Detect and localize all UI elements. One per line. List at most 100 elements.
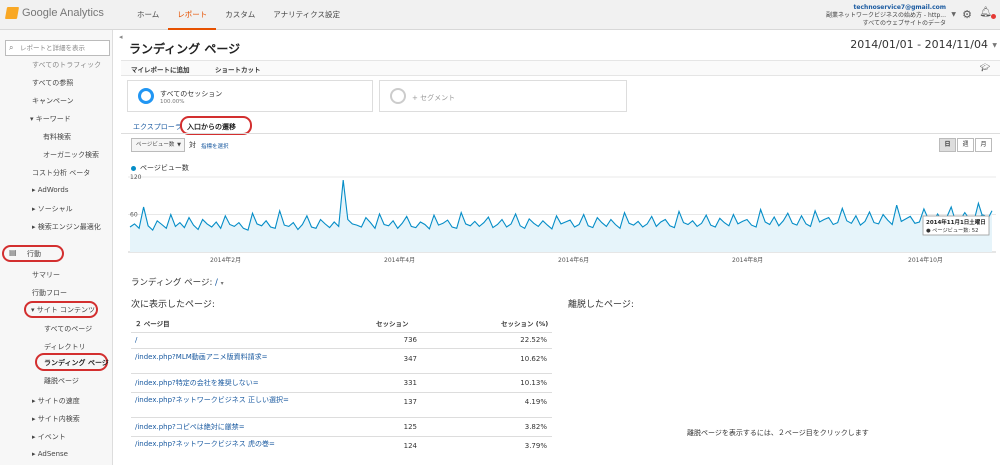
table-row-sessions-pct: 3.82%: [524, 423, 547, 431]
landing-page-label: ランディング ページ: / ▾: [131, 276, 224, 288]
sidebar-item-site-search[interactable]: ▸ サイト内検索: [32, 414, 80, 424]
next-pages-title: 次に表示したページ:: [131, 300, 215, 310]
sidebar-section-behavior[interactable]: 行動: [27, 249, 41, 259]
table-row-sessions-pct: 10.13%: [520, 379, 547, 387]
granularity-day-button[interactable]: 日: [939, 138, 956, 152]
report-search-input[interactable]: ⌕ レポートと詳細を表示: [5, 40, 110, 56]
col-header-sessions-pct[interactable]: セッション (%): [501, 316, 548, 332]
nav-home[interactable]: ホーム: [128, 0, 168, 30]
landing-label-text: ランディング ページ:: [131, 278, 216, 288]
sidebar-item-all-referrals[interactable]: すべての参照: [32, 78, 73, 88]
sidebar-item-exit-pages[interactable]: 離脱ページ: [44, 376, 79, 386]
segment-all-sessions[interactable]: すべてのセッション 100.00%: [127, 80, 373, 112]
sidebar-item-overview[interactable]: サマリー: [32, 270, 60, 280]
search-icon: ⌕: [9, 43, 14, 52]
x-tick-label: 2014年8月: [732, 256, 763, 264]
sidebar-item-directories[interactable]: ディレクトリ: [44, 342, 86, 352]
table-row-sessions-pct: 22.52%: [520, 336, 547, 344]
exit-pages-note: 離脱ページを表示するには、２ページ目をクリックします: [687, 429, 869, 437]
vs-label: 対: [189, 141, 196, 149]
x-tick-label: 2014年2月: [210, 256, 241, 264]
account-view: すべてのウェブサイトのデータ: [862, 20, 946, 27]
table-row-sessions: 137: [403, 398, 417, 406]
sidebar-item-organic-search[interactable]: オーガニック検索: [43, 150, 99, 160]
row-divider: [131, 373, 552, 374]
sidebar-item-landing-pages[interactable]: ランディング ページ: [44, 358, 109, 368]
table-row-sessions-pct: 3.79%: [524, 442, 547, 450]
table-row-page-link[interactable]: /index.php?ネットワークビジネス 正しい選択=: [135, 396, 340, 405]
pageviews-line-chart[interactable]: 120 60 2014年2月 2014年4月 2014年6月 2014年8月 2014年10…: [128, 173, 996, 267]
sidebar-item-cost-analysis[interactable]: コスト分析 ベータ: [32, 168, 90, 178]
sidebar-item-events[interactable]: ▸ イベント: [32, 432, 66, 442]
chevron-down-icon[interactable]: ▾: [221, 280, 224, 287]
landing-page-path[interactable]: /: [215, 278, 218, 288]
granularity-week-button[interactable]: 週: [957, 138, 974, 152]
select-metric-link[interactable]: 指標を選択: [201, 142, 229, 150]
metric-chevron-down-icon: ▼: [177, 142, 181, 148]
add-segment-button[interactable]: + セグメント: [379, 80, 627, 112]
sidebar-item-campaigns[interactable]: キャンペーン: [32, 96, 74, 106]
nav-admin[interactable]: アナリティクス設定: [264, 0, 349, 30]
table-row-page-link[interactable]: /index.php?コピペは絶対に厳禁=: [135, 423, 340, 432]
sidebar-item-adsense[interactable]: ▸ AdSense: [32, 450, 68, 458]
table-row-page-link[interactable]: /index.php?特定の会社を推奨しない=: [135, 379, 340, 388]
sidebar-item-behavior-flow[interactable]: 行動フロー: [32, 288, 67, 298]
ga-logo[interactable]: Google Analytics: [4, 7, 104, 19]
table-row-sessions: 124: [403, 442, 417, 450]
segment-pct: 100.00%: [160, 99, 185, 105]
sidebar-item-keywords[interactable]: ▾ キーワード: [30, 114, 71, 124]
ga-logo-icon: [4, 7, 20, 19]
top-nav: ホーム レポート カスタム アナリティクス設定: [128, 0, 349, 30]
header-divider: [131, 332, 552, 333]
sidebar: ⌕ レポートと詳細を表示 すべてのトラフィック すべての参照 キャンペーン ▾ …: [0, 30, 113, 465]
table-row-page-link[interactable]: /: [135, 336, 340, 345]
metric-select-value: ページビュー数: [136, 142, 175, 148]
granularity-month-button[interactable]: 月: [975, 138, 992, 152]
account-chevron-down-icon[interactable]: ▼: [951, 11, 956, 18]
sidebar-item-site-content[interactable]: ▾ サイト コンテンツ: [31, 305, 95, 315]
date-chevron-down-icon[interactable]: ▼: [992, 42, 997, 49]
table-row-page-link[interactable]: /index.php?ネットワークビジネス 虎の巻=: [135, 440, 340, 449]
sidebar-item-paid-search[interactable]: 有料検索: [43, 132, 71, 142]
tab-divider: [121, 133, 1000, 134]
account-selector[interactable]: technoservice7@gmail.com 副業ネットワークビジネスの始め…: [826, 4, 946, 28]
search-placeholder: レポートと詳細を表示: [20, 44, 85, 52]
shortcut-button[interactable]: ショートカット: [215, 64, 261, 74]
segment-circle-icon: [138, 88, 154, 104]
account-property: 副業ネットワークビジネスの始め方 - http...: [825, 12, 946, 19]
add-to-dashboard-button[interactable]: マイレポートに追加: [131, 64, 190, 74]
x-tick-label: 2014年4月: [384, 256, 415, 264]
behavior-icon: ▤: [9, 248, 17, 257]
main-content: ランディング ページ 2014/01/01 - 2014/11/04 ▼ マイレ…: [121, 30, 1000, 465]
row-divider: [131, 417, 552, 418]
gear-icon[interactable]: ⚙: [962, 8, 972, 21]
table-row-sessions: 125: [403, 423, 417, 431]
tooltip-value: ● ページビュー数: 52: [926, 226, 978, 234]
graduation-cap-icon[interactable]: 🎓︎: [980, 63, 990, 72]
account-email: technoservice7@gmail.com: [853, 4, 946, 11]
nav-reports[interactable]: レポート: [168, 0, 217, 30]
table-row-page-link[interactable]: /index.php?MLM動画アニメ版資料請求=: [135, 353, 340, 362]
row-divider: [131, 436, 552, 437]
sidebar-item-seo[interactable]: ▸ 検索エンジン最適化: [32, 222, 101, 232]
metric-select[interactable]: ページビュー数 ▼: [131, 138, 185, 152]
table-row-sessions: 331: [403, 379, 417, 387]
sidebar-item-adwords[interactable]: ▸ AdWords: [32, 186, 69, 194]
table-row-sessions-pct: 4.19%: [524, 398, 547, 406]
chart-legend: ページビュー数: [131, 163, 189, 173]
y-tick-label: 60: [130, 212, 138, 219]
date-range-picker[interactable]: 2014/01/01 - 2014/11/04: [850, 38, 988, 51]
col-header-sessions[interactable]: セッション: [376, 316, 409, 332]
sidebar-item-social[interactable]: ▸ ソーシャル: [32, 204, 73, 214]
exit-pages-title: 離脱したページ:: [568, 300, 634, 310]
col-header-second-page[interactable]: ２ ページ目: [135, 316, 170, 332]
sidebar-item-site-speed[interactable]: ▸ サイトの速度: [32, 396, 80, 406]
nav-custom[interactable]: カスタム: [216, 0, 264, 30]
sidebar-item-all-traffic[interactable]: すべてのトラフィック: [32, 60, 101, 70]
tab-explorer[interactable]: エクスプローラ: [133, 122, 182, 132]
tab-entrance-paths[interactable]: 入口からの遷移: [187, 122, 236, 132]
table-row-sessions-pct: 10.62%: [520, 355, 547, 363]
add-segment-label: + セグメント: [412, 94, 456, 102]
series-line: [129, 180, 993, 232]
sidebar-item-all-pages[interactable]: すべてのページ: [44, 324, 92, 334]
